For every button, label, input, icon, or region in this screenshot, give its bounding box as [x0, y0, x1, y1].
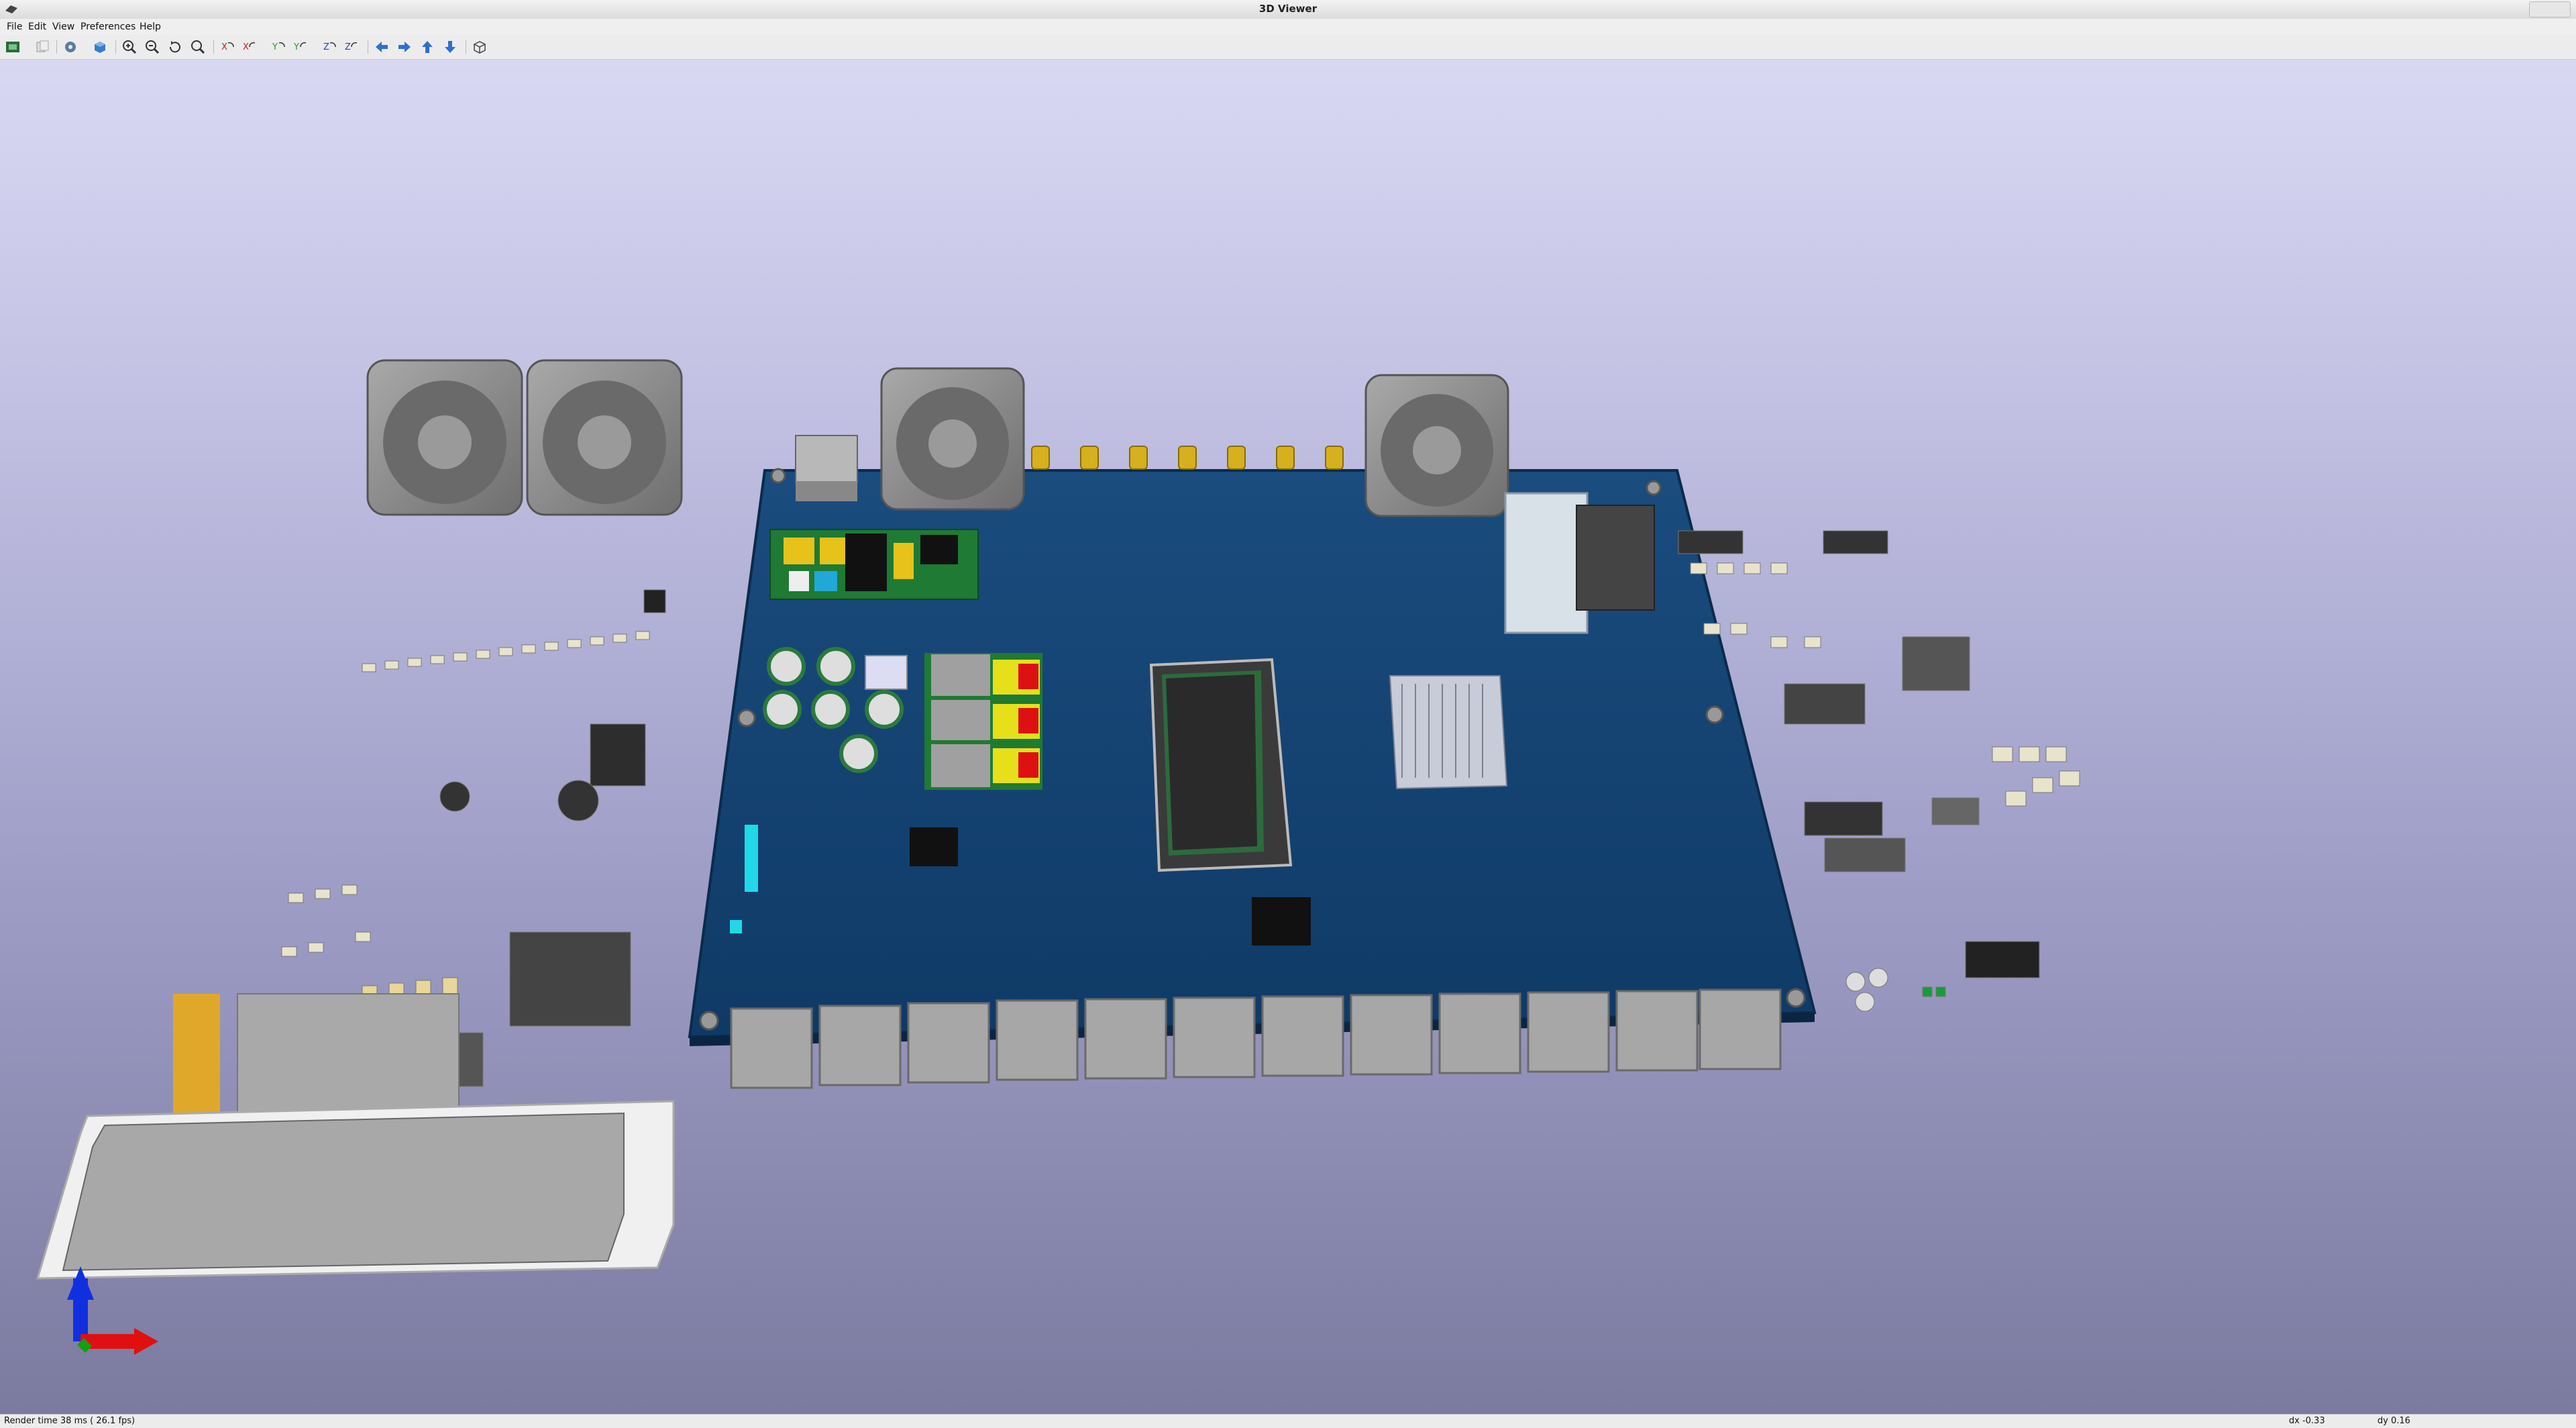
arrow-up-icon: [422, 41, 433, 53]
render-time-text: Render time 38 ms ( 26.1 fps): [4, 1416, 136, 1426]
reload-board-button[interactable]: [4, 39, 21, 55]
arrow-right-icon: [398, 42, 411, 52]
mounting-hole: [1705, 705, 1724, 724]
mounting-hole: [1646, 480, 1662, 496]
title-bar: 3D Viewer: [0, 0, 2576, 19]
cooling-fan: [1364, 374, 1509, 517]
power-module: [769, 529, 979, 600]
svg-text:X: X: [243, 42, 249, 52]
rotate-z-cw-button[interactable]: Z: [321, 39, 338, 55]
heatsink: [1389, 675, 1508, 790]
svg-text:Z: Z: [323, 42, 329, 52]
rotate-x-cw-button[interactable]: X: [219, 39, 236, 55]
arrow-left-icon: [376, 42, 388, 52]
cyan-connector: [730, 920, 742, 933]
svg-text:Z: Z: [345, 42, 351, 52]
pan-left-button[interactable]: [373, 39, 390, 55]
rotate-x-icon: X: [243, 42, 256, 52]
settings-button[interactable]: [62, 39, 79, 55]
rotate-y-cw-button[interactable]: Y: [270, 39, 287, 55]
window-controls[interactable]: [2529, 1, 2571, 17]
menu-file[interactable]: File: [4, 21, 25, 32]
inductor: [865, 655, 908, 690]
arrow-down-icon: [445, 41, 455, 53]
rotate-x-ccw-button[interactable]: X: [240, 39, 258, 55]
menu-help[interactable]: Help: [137, 21, 164, 32]
pcb-scene: [36, 359, 2080, 1355]
rotate-y-icon: Y: [272, 42, 285, 52]
cooling-fan: [366, 359, 523, 516]
dy-readout: dy 0.16: [2377, 1416, 2411, 1426]
ic-chip: [910, 827, 958, 866]
cooling-fan: [526, 359, 683, 516]
pan-up-button[interactable]: [419, 39, 436, 55]
dx-readout: dx -0.33: [2289, 1416, 2325, 1426]
sodimm-socket: [1149, 658, 1293, 872]
status-bar: Render time 38 ms ( 26.1 fps) dx -0.33 d…: [0, 1414, 2576, 1428]
pan-down-button[interactable]: [441, 39, 459, 55]
svg-text:Y: Y: [293, 42, 299, 52]
copy-icon: [36, 40, 49, 52]
zoom-in-button[interactable]: [121, 39, 138, 55]
ortho-toggle-button[interactable]: [471, 39, 488, 55]
ortho-icon: [474, 41, 486, 54]
cyan-connector: [745, 825, 758, 892]
mounting-hole: [770, 468, 786, 484]
rotate-z-icon: Z: [323, 42, 336, 52]
rotate-z-ccw-button[interactable]: Z: [342, 39, 360, 55]
reload-icon: [6, 42, 19, 52]
menu-view[interactable]: View: [50, 21, 77, 32]
pan-right-button[interactable]: [396, 39, 413, 55]
rotate-y-ccw-button[interactable]: Y: [291, 39, 309, 55]
cooling-fan: [880, 367, 1025, 511]
rj45-connector: [1576, 505, 1655, 611]
rotate-x-icon: X: [221, 42, 234, 52]
mounting-hole: [699, 1011, 719, 1031]
gear-icon: [65, 42, 76, 52]
redraw-icon: [169, 41, 180, 53]
zoom-out-button[interactable]: [144, 39, 161, 55]
header-connector: [795, 435, 858, 501]
zoom-out-icon: [146, 40, 160, 54]
menu-preferences[interactable]: Preferences: [78, 21, 138, 32]
window-title: 3D Viewer: [1258, 3, 1318, 15]
rotate-y-icon: Y: [293, 42, 307, 52]
sma-connector-row: [1031, 446, 1344, 470]
lcd-display-module: [36, 993, 675, 1280]
dcdc-converter-stack: [924, 653, 1042, 790]
mounting-hole: [1786, 988, 1806, 1008]
svg-text:X: X: [221, 42, 227, 52]
rotate-z-icon: Z: [345, 42, 358, 52]
menu-bar: File Edit View Preferences Help: [0, 19, 2576, 36]
svg-text:Y: Y: [272, 42, 278, 52]
toolbar: X X Y Y Z Z: [0, 35, 2576, 60]
sfp-cage: [1504, 492, 1589, 634]
mounting-hole: [737, 709, 756, 727]
zoom-fit-button[interactable]: [189, 39, 207, 55]
zoom-in-icon: [123, 40, 137, 54]
axis-triad: [67, 1266, 158, 1355]
copy-image-button[interactable]: [34, 39, 51, 55]
zoom-fit-icon: [191, 40, 205, 54]
ic-chip: [1252, 897, 1311, 946]
render-icon: [95, 42, 105, 53]
redraw-button[interactable]: [166, 39, 184, 55]
raytracing-button[interactable]: [91, 39, 109, 55]
3d-canvas[interactable]: [0, 60, 2576, 1414]
menu-edit[interactable]: Edit: [25, 21, 49, 32]
